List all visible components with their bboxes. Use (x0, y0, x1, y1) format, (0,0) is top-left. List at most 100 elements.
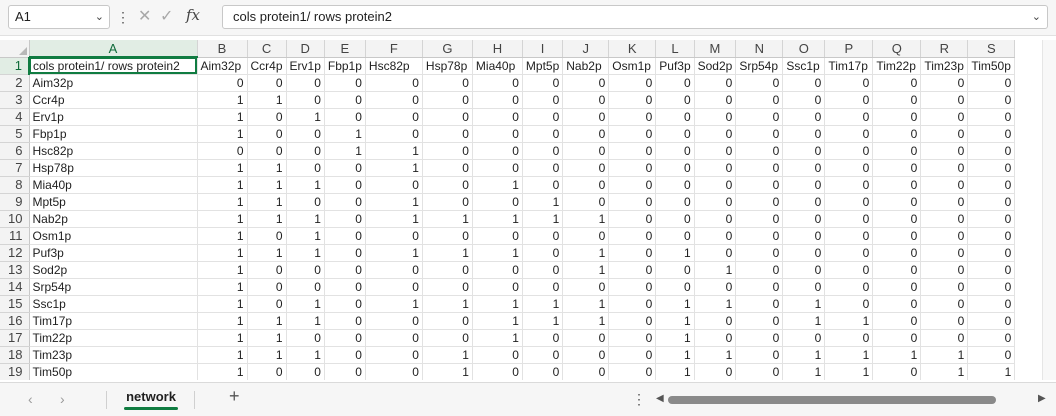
cell-n18[interactable]: 0 (735, 346, 784, 364)
cell-h7[interactable]: 0 (472, 159, 523, 177)
row-header[interactable]: 16 (0, 312, 30, 330)
cell-b19[interactable]: 1 (197, 363, 248, 380)
cell-j2[interactable]: 0 (562, 74, 610, 92)
cell-m11[interactable]: 0 (694, 227, 737, 245)
cell-e9[interactable]: 0 (324, 193, 366, 211)
cell-f15[interactable]: 1 (365, 295, 423, 313)
cell-d7[interactable]: 0 (286, 159, 325, 177)
cell-h8[interactable]: 1 (472, 176, 523, 194)
cell-q3[interactable]: 0 (872, 91, 922, 109)
cell-o8[interactable]: 0 (782, 176, 826, 194)
cell-q5[interactable]: 0 (872, 125, 922, 143)
cell-d8[interactable]: 1 (286, 176, 325, 194)
row-header[interactable]: 12 (0, 244, 30, 262)
cell-m6[interactable]: 0 (694, 142, 737, 160)
cell-r1[interactable]: Tim23p (920, 57, 969, 75)
check-icon[interactable]: ✓ (160, 6, 173, 26)
cell-s6[interactable]: 0 (967, 142, 1016, 160)
cell-c8[interactable]: 1 (247, 176, 287, 194)
cell-p14[interactable]: 0 (824, 278, 874, 296)
column-header-e[interactable]: E (324, 40, 366, 58)
cell-b3[interactable]: 1 (197, 91, 248, 109)
row-header[interactable]: 14 (0, 278, 30, 296)
cell-i16[interactable]: 1 (522, 312, 564, 330)
cell-g4[interactable]: 0 (422, 108, 473, 126)
cell-r13[interactable]: 0 (920, 261, 969, 279)
row-header[interactable]: 4 (0, 108, 30, 126)
cell-k7[interactable]: 0 (608, 159, 657, 177)
cell-r15[interactable]: 0 (920, 295, 969, 313)
cell-s10[interactable]: 0 (967, 210, 1016, 228)
cell-d11[interactable]: 1 (286, 227, 325, 245)
cell-q18[interactable]: 1 (872, 346, 922, 364)
cell-r6[interactable]: 0 (920, 142, 969, 160)
cell-m3[interactable]: 0 (694, 91, 737, 109)
cell-q14[interactable]: 0 (872, 278, 922, 296)
cell-r8[interactable]: 0 (920, 176, 969, 194)
cell-f10[interactable]: 1 (365, 210, 423, 228)
cell-m19[interactable]: 0 (694, 363, 737, 380)
cell-i15[interactable]: 1 (522, 295, 564, 313)
cell-o15[interactable]: 1 (782, 295, 826, 313)
cell-e10[interactable]: 0 (324, 210, 366, 228)
cell-e1[interactable]: Fbp1p (324, 57, 366, 75)
cell-g19[interactable]: 1 (422, 363, 473, 380)
cell-h3[interactable]: 0 (472, 91, 523, 109)
cell-o7[interactable]: 0 (782, 159, 826, 177)
cell-d14[interactable]: 0 (286, 278, 325, 296)
cell-c11[interactable]: 0 (247, 227, 287, 245)
cell-o17[interactable]: 0 (782, 329, 826, 347)
sheet-tab-network[interactable]: network (112, 383, 190, 413)
cell-l5[interactable]: 0 (655, 125, 695, 143)
cell-m14[interactable]: 0 (694, 278, 737, 296)
cell-k16[interactable]: 0 (608, 312, 657, 330)
cell-f11[interactable]: 0 (365, 227, 423, 245)
cell-c3[interactable]: 1 (247, 91, 287, 109)
cell-m12[interactable]: 0 (694, 244, 737, 262)
cell-q6[interactable]: 0 (872, 142, 922, 160)
cell-i2[interactable]: 0 (522, 74, 564, 92)
cell-f12[interactable]: 1 (365, 244, 423, 262)
cell-e18[interactable]: 0 (324, 346, 366, 364)
cell-q19[interactable]: 0 (872, 363, 922, 380)
cell-g16[interactable]: 0 (422, 312, 473, 330)
cell-f8[interactable]: 0 (365, 176, 423, 194)
cell-b7[interactable]: 1 (197, 159, 248, 177)
cell-k8[interactable]: 0 (608, 176, 657, 194)
cell-d2[interactable]: 0 (286, 74, 325, 92)
cell-j11[interactable]: 0 (562, 227, 610, 245)
cell-h1[interactable]: Mia40p (472, 57, 523, 75)
cell-l16[interactable]: 1 (655, 312, 695, 330)
cell-p13[interactable]: 0 (824, 261, 874, 279)
row-header[interactable]: 1 (0, 57, 30, 75)
row-header[interactable]: 13 (0, 261, 30, 279)
cell-s4[interactable]: 0 (967, 108, 1016, 126)
cell-j3[interactable]: 0 (562, 91, 610, 109)
cell-n17[interactable]: 0 (735, 329, 784, 347)
cell-c16[interactable]: 1 (247, 312, 287, 330)
cell-l18[interactable]: 1 (655, 346, 695, 364)
cell-j1[interactable]: Nab2p (562, 57, 610, 75)
cell-s18[interactable]: 0 (967, 346, 1016, 364)
cell-q1[interactable]: Tim22p (872, 57, 922, 75)
cell-d3[interactable]: 0 (286, 91, 325, 109)
cell-l12[interactable]: 1 (655, 244, 695, 262)
cell-r16[interactable]: 0 (920, 312, 969, 330)
cell-o5[interactable]: 0 (782, 125, 826, 143)
chevron-down-icon[interactable]: ⌄ (95, 6, 104, 28)
cell-b18[interactable]: 1 (197, 346, 248, 364)
cell-s3[interactable]: 0 (967, 91, 1016, 109)
x-icon[interactable]: ✕ (138, 6, 151, 26)
row-header[interactable]: 7 (0, 159, 30, 177)
cell-n15[interactable]: 0 (735, 295, 784, 313)
cell-p2[interactable]: 0 (824, 74, 874, 92)
cell-c6[interactable]: 0 (247, 142, 287, 160)
cell-h19[interactable]: 0 (472, 363, 523, 380)
cell-d9[interactable]: 0 (286, 193, 325, 211)
cell-b11[interactable]: 1 (197, 227, 248, 245)
cell-p16[interactable]: 1 (824, 312, 874, 330)
cell-k15[interactable]: 0 (608, 295, 657, 313)
cell-l19[interactable]: 1 (655, 363, 695, 380)
cell-l13[interactable]: 0 (655, 261, 695, 279)
cell-i5[interactable]: 0 (522, 125, 564, 143)
